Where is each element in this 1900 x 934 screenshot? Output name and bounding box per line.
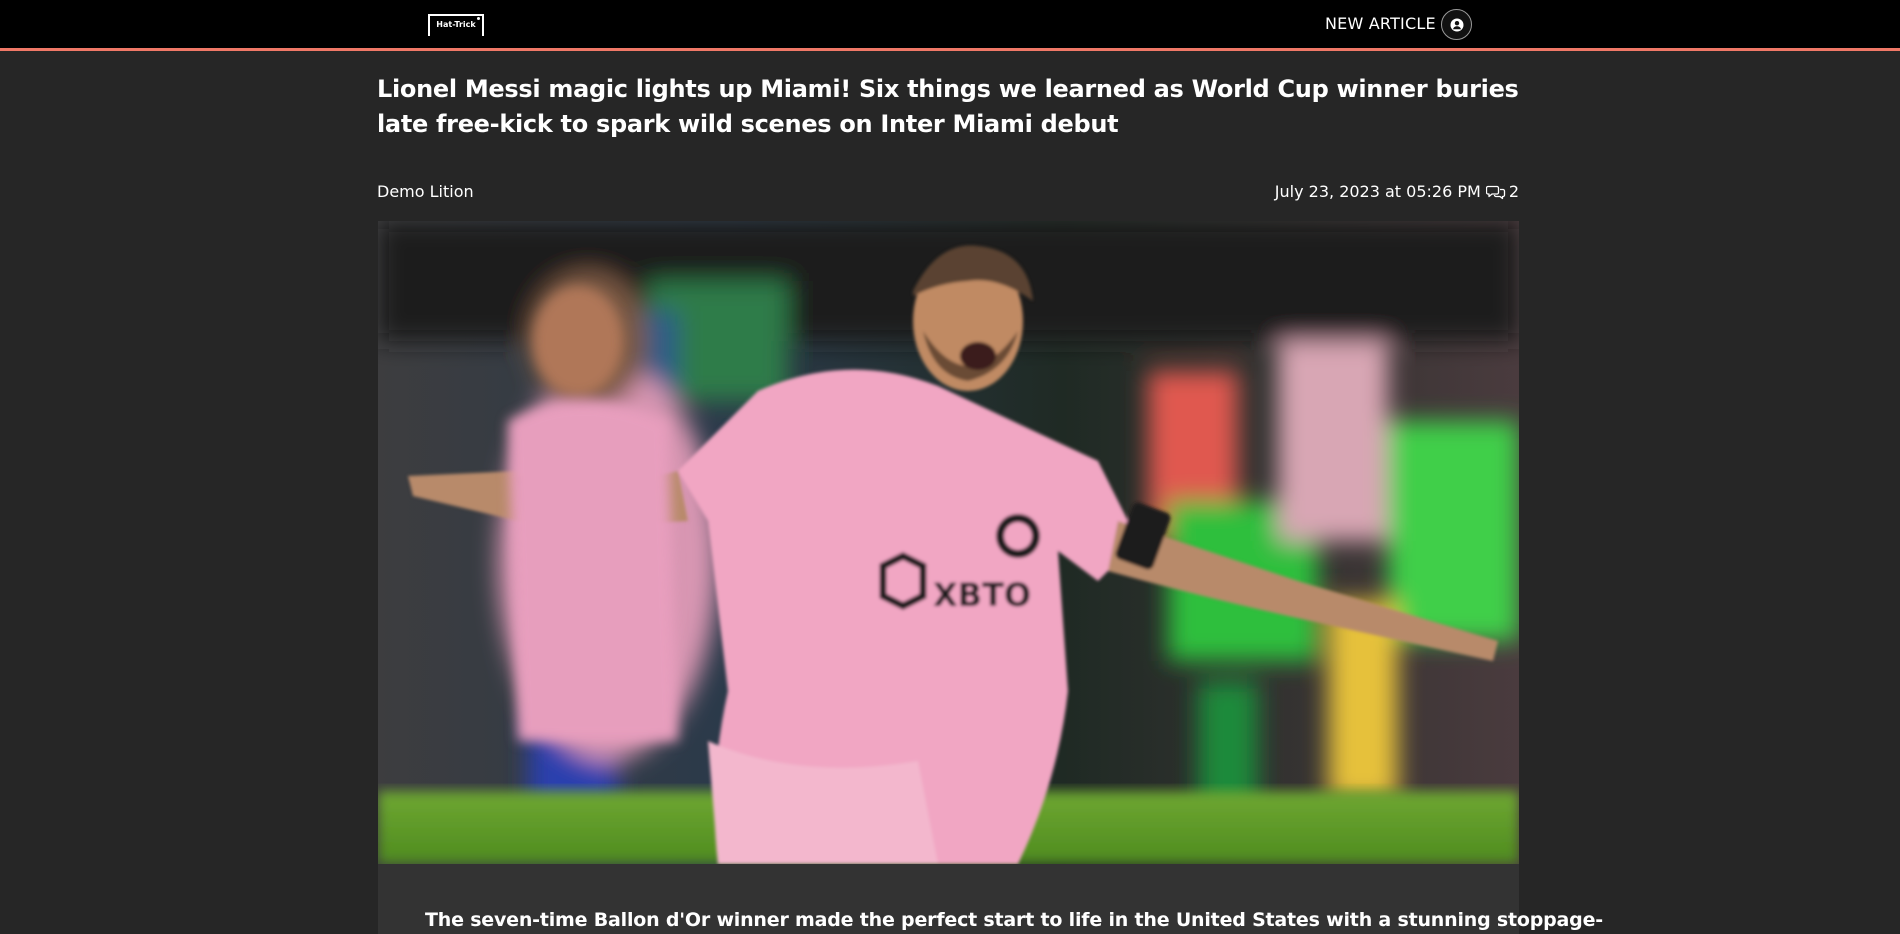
hero-photo: XBTO: [378, 221, 1519, 864]
comments-icon: [1485, 185, 1505, 199]
article-header: Lionel Messi magic lights up Miami! Six …: [377, 72, 1519, 142]
article-summary: The seven-time Ballon d'Or winner made t…: [425, 909, 1603, 931]
logo-dot: [477, 17, 480, 20]
comments-link[interactable]: 2: [1485, 182, 1519, 201]
article-meta: Demo Lition July 23, 2023 at 05:26 PM 2: [377, 182, 1519, 204]
logo-text: Hat-Trick: [436, 20, 476, 29]
article-title: Lionel Messi magic lights up Miami! Six …: [377, 75, 1519, 138]
svg-text:XBTO: XBTO: [933, 576, 1031, 614]
user-circle-icon: [1450, 18, 1464, 32]
user-account-button[interactable]: [1441, 9, 1472, 40]
article-meta-right: July 23, 2023 at 05:26 PM 2: [1275, 182, 1519, 201]
article-summary-box: The seven-time Ballon d'Or winner made t…: [378, 864, 1603, 934]
hero-image: XBTO: [378, 221, 1519, 864]
new-article-link[interactable]: NEW ARTICLE: [1325, 14, 1436, 33]
article-author[interactable]: Demo Lition: [377, 182, 474, 201]
article-date: July 23, 2023 at 05:26 PM: [1274, 182, 1481, 201]
site-logo[interactable]: Hat-Trick: [428, 14, 484, 36]
top-navigation-bar: Hat-Trick NEW ARTICLE: [0, 0, 1900, 51]
comment-count: 2: [1508, 182, 1519, 201]
